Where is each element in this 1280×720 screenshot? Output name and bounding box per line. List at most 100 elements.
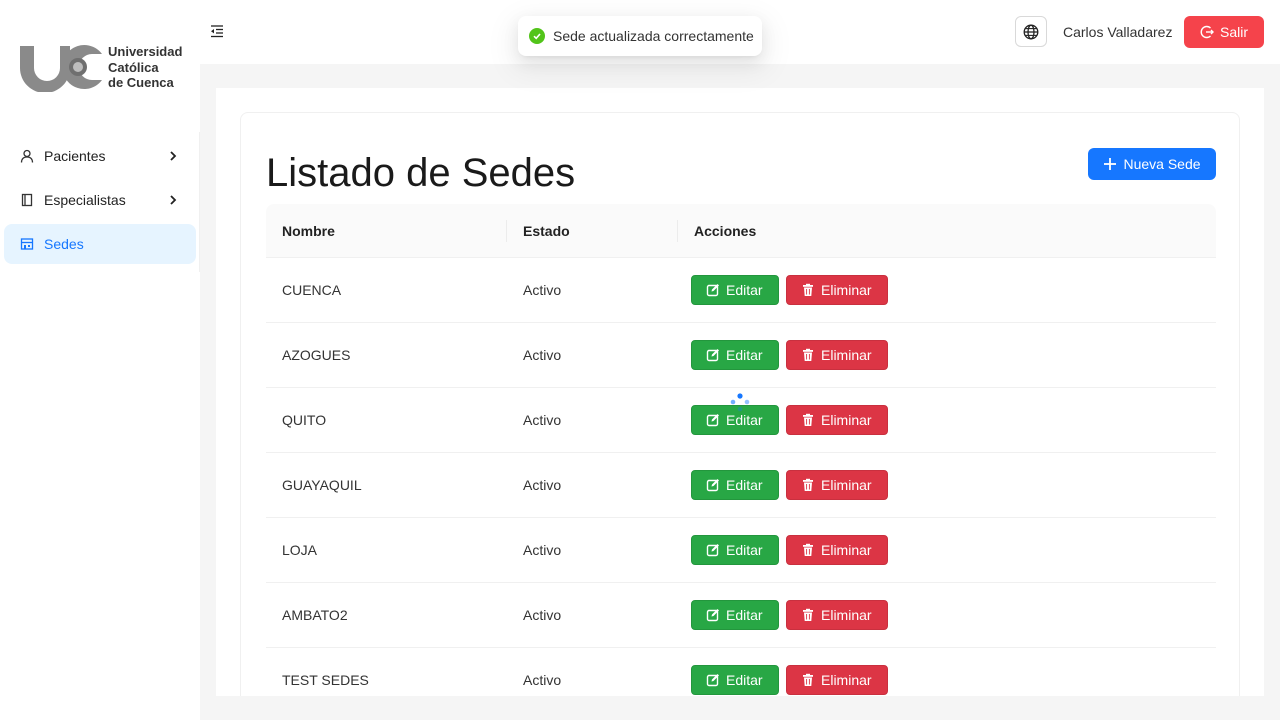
cell-acciones: Editar Eliminar (678, 258, 1216, 323)
page-title: Listado de Sedes (266, 151, 576, 195)
delete-label: Eliminar (821, 477, 872, 493)
sidebar-item-label: Especialistas (44, 192, 126, 208)
logout-label: Salir (1219, 24, 1248, 40)
delete-button[interactable]: Eliminar (786, 600, 888, 630)
delete-button[interactable]: Eliminar (786, 535, 888, 565)
edit-button[interactable]: Editar (691, 275, 779, 305)
table-row: TEST SEDES Activo Editar Eliminar (266, 648, 1216, 696)
sidebar-item-sedes[interactable]: Sedes (4, 224, 196, 264)
edit-label: Editar (726, 542, 763, 558)
edit-label: Editar (726, 672, 763, 688)
delete-label: Eliminar (821, 672, 872, 688)
cell-nombre: AMBATO2 (282, 607, 348, 623)
sidebar-menu: Pacientes Especialistas Sedes (4, 136, 196, 268)
delete-button[interactable]: Eliminar (786, 340, 888, 370)
table-row: AZOGUES Activo Editar Eliminar (266, 323, 1216, 388)
plus-icon (1104, 158, 1117, 170)
column-header-estado: Estado (507, 204, 678, 258)
logo-line: Católica (108, 59, 159, 75)
cell-estado: Activo (523, 542, 562, 558)
delete-button[interactable]: Eliminar (786, 405, 888, 435)
success-toast: Sede actualizada correctamente (518, 16, 762, 56)
cell-acciones: Editar Eliminar (678, 583, 1216, 648)
trash-icon (803, 348, 813, 361)
sidebar-divider (199, 132, 200, 272)
edit-label: Editar (726, 607, 763, 623)
trash-icon (803, 413, 813, 426)
edit-icon (706, 284, 719, 297)
edit-label: Editar (726, 347, 763, 363)
column-header-nombre: Nombre (266, 204, 507, 258)
edit-button[interactable]: Editar (691, 665, 779, 695)
table-header: Nombre Estado Acciones (266, 204, 1216, 258)
loading-spinner-icon (730, 393, 750, 412)
edit-icon (706, 609, 719, 622)
check-circle-icon (529, 28, 545, 44)
edit-icon (706, 349, 719, 362)
sidebar-item-label: Sedes (44, 236, 84, 252)
sidebar-item-especialistas[interactable]: Especialistas (4, 180, 196, 220)
edit-icon (706, 414, 719, 427)
logout-icon (1200, 25, 1214, 39)
chevron-right-icon (170, 195, 177, 205)
table-row: GUAYAQUIL Activo Editar Eliminar (266, 453, 1216, 518)
cell-acciones: Editar Eliminar (678, 323, 1216, 388)
new-sede-label: Nueva Sede (1123, 156, 1201, 172)
cell-nombre: CUENCA (282, 282, 342, 298)
edit-label: Editar (726, 282, 763, 298)
edit-button[interactable]: Editar (691, 600, 779, 630)
university-logo[interactable]: Universidad Católica de Cuenca (18, 40, 188, 93)
cell-acciones: Editar Eliminar (678, 648, 1216, 697)
edit-button[interactable]: Editar (691, 535, 779, 565)
sidebar: Universidad Católica de Cuenca Pacientes… (0, 0, 200, 720)
cell-nombre: GUAYAQUIL (282, 477, 362, 493)
table-row: CUENCA Activo Editar Eliminar (266, 258, 1216, 323)
edit-icon (706, 479, 719, 492)
trash-icon (803, 478, 813, 491)
delete-label: Eliminar (821, 412, 872, 428)
uc-logo-mark (20, 45, 102, 93)
cell-acciones: Editar Eliminar (678, 388, 1216, 453)
cell-nombre: LOJA (282, 542, 318, 558)
delete-button[interactable]: Eliminar (786, 470, 888, 500)
trash-icon (803, 543, 813, 556)
trash-icon (803, 608, 813, 621)
delete-label: Eliminar (821, 607, 872, 623)
delete-button[interactable]: Eliminar (786, 275, 888, 305)
chevron-right-icon (170, 151, 177, 161)
table-row: AMBATO2 Activo Editar Eliminar (266, 583, 1216, 648)
table-body: CUENCA Activo Editar Eliminar AZOGUES Activo E… (266, 258, 1216, 696)
menu-fold-icon[interactable] (210, 24, 224, 38)
sidebar-item-label: Pacientes (44, 148, 106, 164)
cell-nombre: TEST SEDES (282, 672, 369, 688)
globe-icon (1023, 24, 1039, 39)
logo-line: de Cuenca (108, 75, 174, 90)
cell-estado: Activo (523, 607, 562, 623)
cell-estado: Activo (523, 282, 562, 298)
cell-nombre: AZOGUES (282, 347, 351, 363)
edit-icon (706, 544, 719, 557)
cell-nombre: QUITO (282, 412, 327, 428)
user-icon (20, 149, 34, 163)
user-name: Carlos Valladarez (1063, 24, 1173, 40)
sidebar-item-pacientes[interactable]: Pacientes (4, 136, 196, 176)
edit-button[interactable]: Editar (691, 340, 779, 370)
delete-label: Eliminar (821, 282, 872, 298)
logo-text: Universidad Católica de Cuenca (108, 44, 182, 91)
column-header-acciones: Acciones (694, 222, 757, 239)
delete-label: Eliminar (821, 542, 872, 558)
edit-label: Editar (726, 477, 763, 493)
logout-button[interactable]: Salir (1184, 16, 1264, 48)
toast-message: Sede actualizada correctamente (553, 28, 754, 44)
cell-estado: Activo (523, 672, 562, 688)
new-sede-button[interactable]: Nueva Sede (1088, 148, 1216, 180)
sedes-table: Nombre Estado Acciones CUENCA Activo Edita… (266, 204, 1216, 696)
cell-acciones: Editar Eliminar (678, 453, 1216, 518)
cell-acciones: Editar Eliminar (678, 518, 1216, 583)
edit-button[interactable]: Editar (691, 470, 779, 500)
logo-line: Universidad (108, 44, 183, 59)
language-button[interactable] (1015, 16, 1047, 47)
cell-estado: Activo (523, 347, 562, 363)
delete-button[interactable]: Eliminar (786, 665, 888, 695)
trash-icon (803, 283, 813, 296)
